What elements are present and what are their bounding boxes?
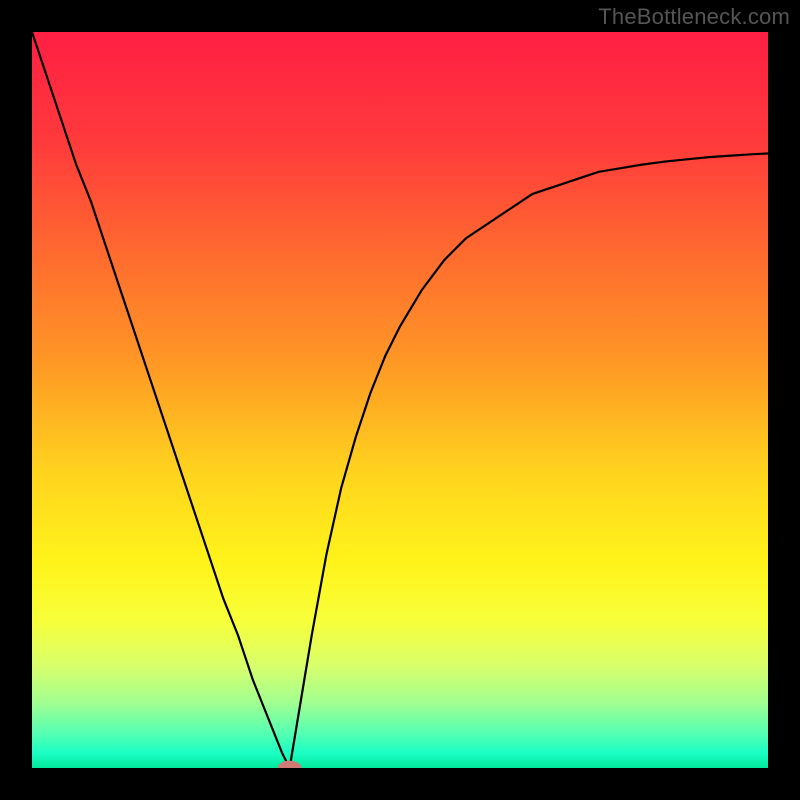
chart-svg	[32, 32, 768, 768]
chart-frame: TheBottleneck.com	[0, 0, 800, 800]
plot-area	[32, 32, 768, 768]
watermark-text: TheBottleneck.com	[598, 4, 790, 30]
gradient-background	[32, 32, 768, 768]
